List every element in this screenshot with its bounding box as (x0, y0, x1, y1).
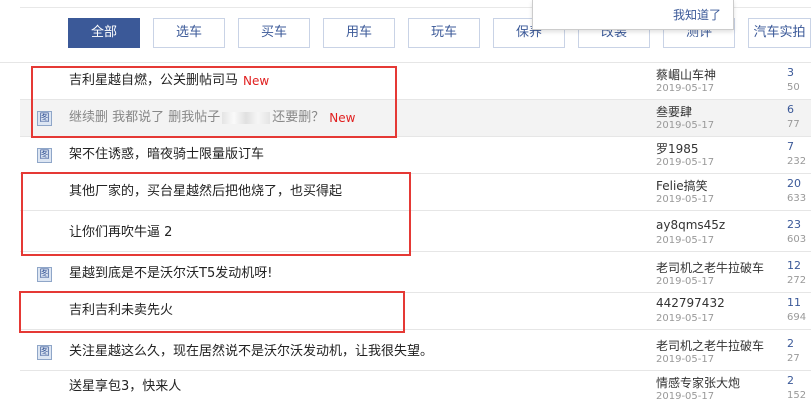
post-date: 2019-05-17 (656, 391, 715, 401)
image-post-icon: 图 (37, 267, 52, 282)
view-count: 50 (787, 82, 800, 93)
post-title-link[interactable]: 吉利星越自燃，公关删帖司马 New (69, 63, 269, 99)
reply-count: 2 (787, 374, 794, 387)
post-title-link[interactable]: 星越到底是不是沃尔沃T5发动机呀! (69, 256, 272, 292)
post-title-link[interactable]: 关注星越这么久，现在居然说不是沃尔沃发动机，让我很失望。 (69, 334, 433, 370)
post-author[interactable]: 情感专家张大炮 (656, 374, 740, 391)
new-badge: New (329, 111, 356, 125)
tab-play-car[interactable]: 玩车 (408, 18, 480, 48)
post-date: 2019-05-17 (656, 120, 715, 131)
view-count: 27 (787, 353, 800, 364)
post-row[interactable]: 吉利星越自燃，公关删帖司马 New 蔡嵋山车神 2019-05-17 3 50 (20, 63, 811, 100)
post-row[interactable]: 图 星越到底是不是沃尔沃T5发动机呀! 老司机之老牛拉破车 2019-05-17… (20, 256, 811, 293)
post-row[interactable]: 图 继续删 我都说了 删我帖子 还要删？ New 叁要肆 2019-05-17 6 … (20, 100, 811, 137)
new-badge: New (243, 74, 270, 88)
image-post-icon: 图 (37, 345, 52, 360)
post-title-link[interactable]: 其他厂家的，买台星越然后把他烧了，也买得起 (69, 174, 342, 210)
post-row[interactable]: 让你们再吹牛逼 2 ay8qms45z 2019-05-17 23 603 (20, 215, 811, 252)
post-row[interactable]: 其他厂家的，买台星越然后把他烧了，也买得起 Felie搞笑 2019-05-17… (20, 174, 811, 211)
post-title-link[interactable]: 继续删 我都说了 删我帖子 还要删？ New (69, 100, 355, 136)
post-title-link[interactable]: 送星享包3，快来人 (69, 369, 181, 401)
post-date: 2019-05-17 (656, 157, 715, 168)
post-author[interactable]: Felie搞笑 (656, 177, 708, 194)
post-author[interactable]: 老司机之老牛拉破车 (656, 337, 764, 354)
reply-count: 11 (787, 296, 801, 309)
post-row[interactable]: 吉利吉利未卖先火 442797432 2019-05-17 11 694 (20, 293, 811, 330)
view-count: 272 (787, 275, 807, 286)
view-count: 152 (787, 390, 807, 401)
image-post-icon: 图 (37, 148, 52, 163)
post-author[interactable]: 老司机之老牛拉破车 (656, 259, 764, 276)
post-author[interactable]: 442797432 (656, 296, 725, 310)
view-count: 603 (787, 234, 807, 245)
tab-all[interactable]: 全部 (68, 18, 140, 48)
reply-count: 12 (787, 259, 801, 272)
tab-use-car[interactable]: 用车 (323, 18, 395, 48)
post-row[interactable]: 图 关注星越这么久，现在居然说不是沃尔沃发动机，让我很失望。 老司机之老牛拉破车… (20, 334, 811, 371)
post-date: 2019-05-17 (656, 276, 715, 287)
reply-count: 23 (787, 218, 801, 231)
redacted-username (222, 111, 271, 124)
post-date: 2019-05-17 (656, 313, 715, 324)
view-count: 633 (787, 193, 807, 204)
reply-count: 3 (787, 66, 794, 79)
image-post-icon: 图 (37, 111, 52, 126)
post-date: 2019-05-17 (656, 194, 715, 205)
tab-buy-car[interactable]: 买车 (238, 18, 310, 48)
reply-count: 6 (787, 103, 794, 116)
post-author[interactable]: 罗1985 (656, 140, 699, 157)
post-date: 2019-05-17 (656, 83, 715, 94)
reply-count: 2 (787, 337, 794, 350)
view-count: 694 (787, 312, 807, 323)
post-date: 2019-05-17 (656, 354, 715, 365)
view-count: 232 (787, 156, 807, 167)
post-author[interactable]: ay8qms45z (656, 218, 725, 232)
tab-choose-car[interactable]: 选车 (153, 18, 225, 48)
post-row[interactable]: 送星享包3，快来人 情感专家张大炮 2019-05-17 2 152 (20, 371, 811, 401)
post-title-link[interactable]: 吉利吉利未卖先火 (69, 293, 173, 329)
reply-count: 20 (787, 177, 801, 190)
reply-count: 7 (787, 140, 794, 153)
notice-popup: 我知道了 (532, 0, 734, 30)
post-author[interactable]: 蔡嵋山车神 (656, 66, 716, 83)
post-date: 2019-05-17 (656, 235, 715, 246)
got-it-button[interactable]: 我知道了 (673, 6, 721, 23)
post-title-link[interactable]: 架不住诱惑，暗夜骑士限量版订车 (69, 137, 264, 173)
post-author[interactable]: 叁要肆 (656, 103, 692, 120)
view-count: 77 (787, 119, 800, 130)
post-title-link[interactable]: 让你们再吹牛逼 2 (69, 215, 172, 251)
post-row[interactable]: 图 架不住诱惑，暗夜骑士限量版订车 罗1985 2019-05-17 7 232 (20, 137, 811, 174)
tab-real-photos[interactable]: 汽车实拍 (748, 18, 811, 48)
